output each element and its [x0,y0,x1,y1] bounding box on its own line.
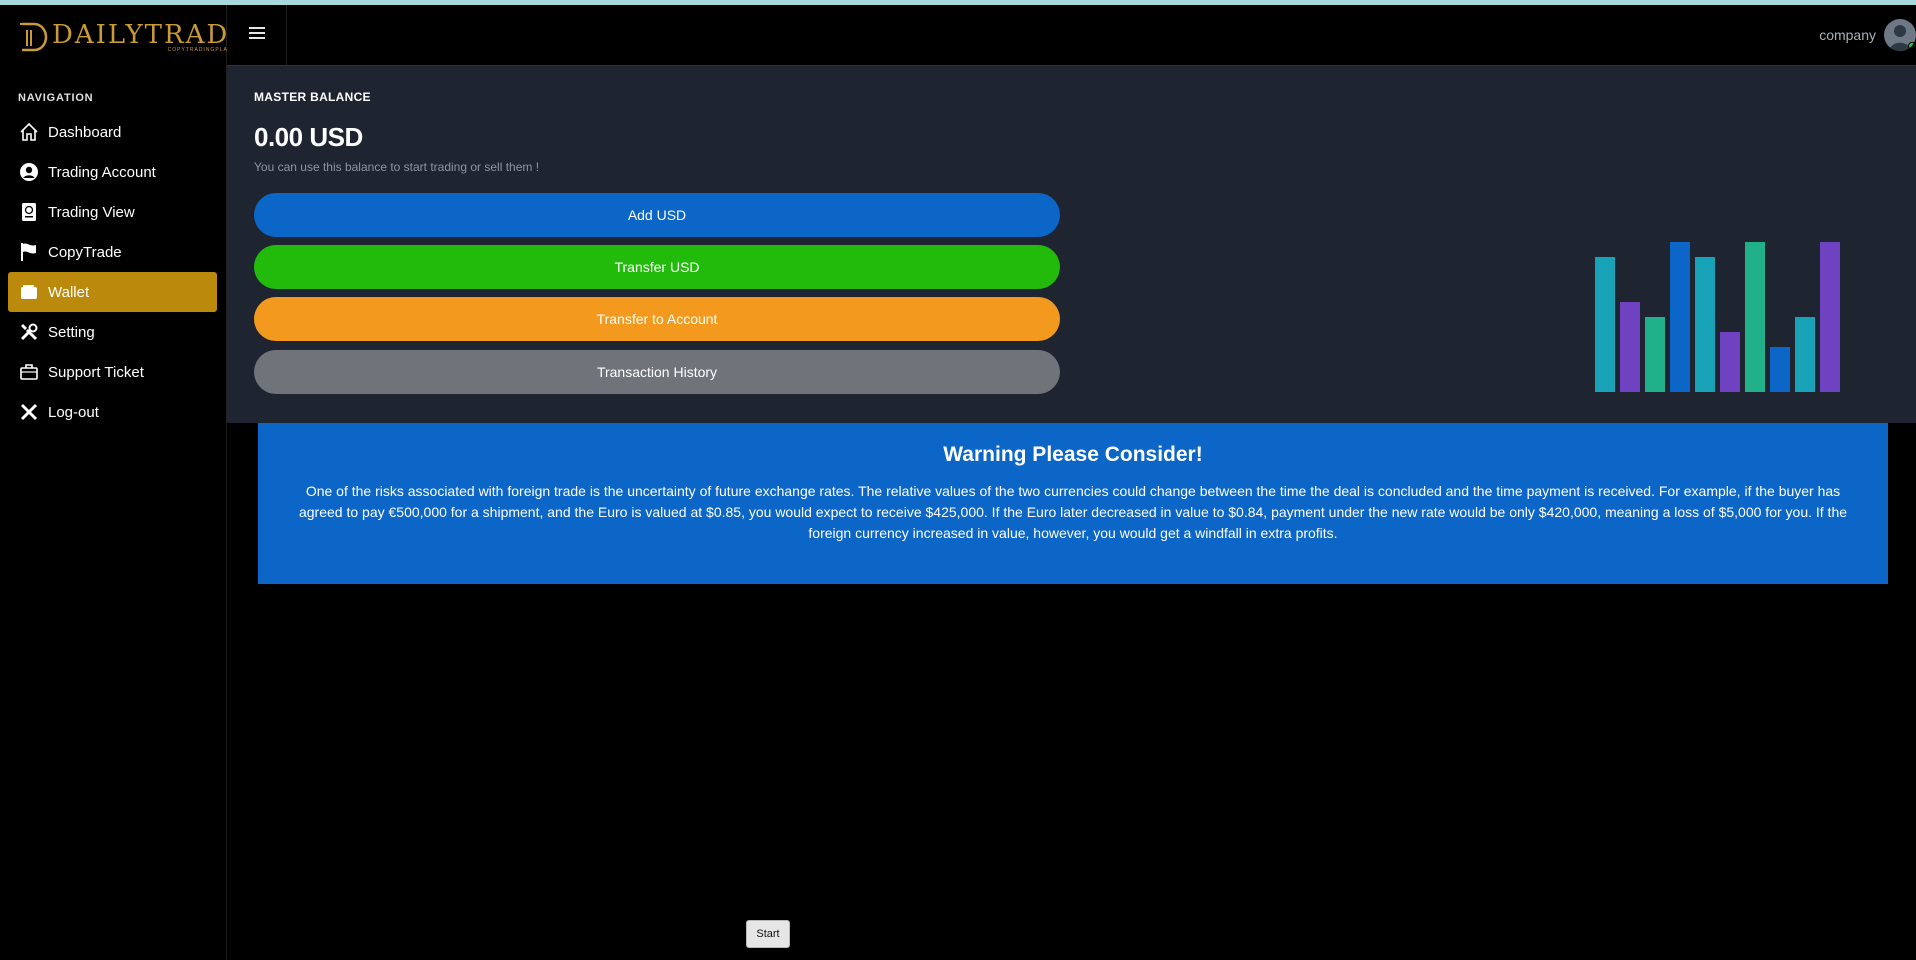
briefcase-icon [18,361,40,383]
decor-bar [1595,257,1615,392]
transaction-history-button[interactable]: Transaction History [254,350,1060,394]
master-balance-panel: MASTER BALANCE 0.00 USD You can use this… [227,65,1916,423]
sidebar-item-label: Setting [48,323,95,341]
nav-list: Dashboard Trading Account Trading View C… [8,112,217,432]
balance-hint: You can use this balance to start tradin… [254,160,540,174]
balance-amount: 0.00 USD [254,122,363,152]
decor-bar [1745,242,1765,392]
decor-bar [1620,302,1640,392]
sidebar-item-trading-view[interactable]: Trading View [8,192,217,232]
transfer-to-account-button[interactable]: Transfer to Account [254,297,1060,341]
decor-bar [1670,242,1690,392]
online-status-dot [1908,42,1916,50]
sidebar-item-label: Support Ticket [48,363,144,381]
brand-name: DAILYTRADE [52,20,251,50]
flag-icon [18,241,40,263]
decor-bar [1695,257,1715,392]
wallet-icon [18,281,40,303]
warning-text: One of the risks associated with foreign… [298,483,1848,541]
nav-heading: NAVIGATION [18,92,94,104]
decor-bar [1795,317,1815,392]
avatar[interactable] [1884,19,1916,51]
sidebar-item-label: Trading Account [48,163,156,181]
hamburger-icon [248,26,265,45]
start-button[interactable]: Start [746,920,790,948]
brand-tagline: COPYTRADINGPLATFORM [167,47,251,53]
transfer-usd-button[interactable]: Transfer USD [254,245,1060,289]
decor-bar [1645,317,1665,392]
sidebar-item-logout[interactable]: Log-out [8,392,217,432]
sidebar-item-label: Log-out [48,403,99,421]
sidebar-item-wallet[interactable]: Wallet [8,272,217,312]
home-icon [18,121,40,143]
close-icon [18,401,40,423]
brand-logo[interactable]: DAILYTRADE COPYTRADINGPLATFORM [18,17,250,57]
decor-bar [1720,332,1740,392]
user-name: company [1819,27,1876,43]
top-header: company [227,5,1916,65]
sidebar-item-setting[interactable]: Setting [8,312,217,352]
decorative-bar-graphic [1367,66,1840,424]
sidebar-item-dashboard[interactable]: Dashboard [8,112,217,152]
sidebar-item-label: CopyTrade [48,243,122,261]
sidebar-item-label: Dashboard [48,123,122,141]
warning-title: Warning Please Consider! [943,443,1203,466]
user-circle-icon [18,161,40,183]
sidebar-item-support-ticket[interactable]: Support Ticket [8,352,217,392]
passport-icon [18,201,40,223]
sidebar-item-trading-account[interactable]: Trading Account [8,152,217,192]
sidebar: DAILYTRADE COPYTRADINGPLATFORM NAVIGATIO… [0,5,249,960]
add-usd-button[interactable]: Add USD [254,193,1060,237]
decor-bar [1770,347,1790,392]
user-menu[interactable]: company [1819,5,1916,65]
warning-box: Warning Please Consider! One of the risk… [258,423,1888,584]
decor-bar [1820,242,1840,392]
sidebar-item-label: Wallet [48,283,90,301]
sidebar-item-label: Trading View [48,203,135,221]
balance-title: MASTER BALANCE [254,90,371,104]
menu-toggle-button[interactable] [227,5,287,65]
logo-mark-icon [18,20,48,54]
tools-icon [18,321,40,343]
sidebar-item-copytrade[interactable]: CopyTrade [8,232,217,272]
